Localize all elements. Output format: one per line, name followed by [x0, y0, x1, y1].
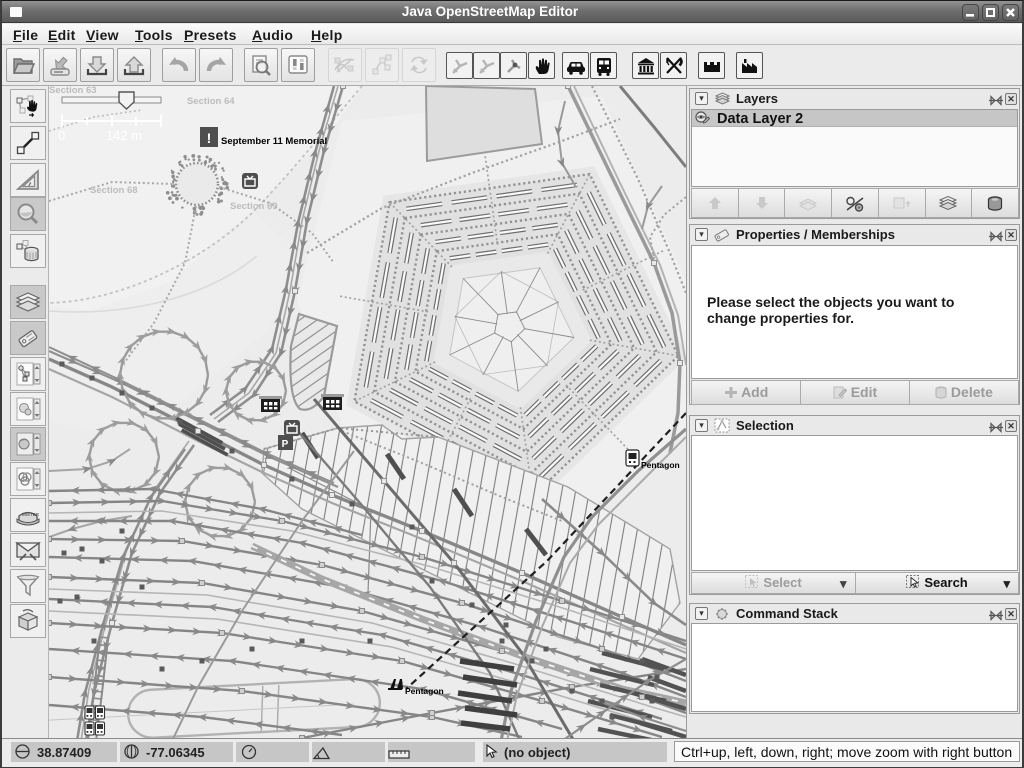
- svg-text:September 11 Memorial: September 11 Memorial: [221, 136, 327, 147]
- svg-text:MISTER: MISTER: [22, 512, 40, 517]
- svg-text:Pentagon: Pentagon: [405, 686, 444, 696]
- svg-text:!: !: [207, 130, 212, 146]
- svg-text:Section 64: Section 64: [187, 96, 235, 107]
- svg-text:Section 69: Section 69: [230, 201, 278, 212]
- svg-text:142 m: 142 m: [106, 128, 142, 143]
- svg-text:P: P: [282, 439, 289, 450]
- svg-text:0: 0: [58, 128, 65, 143]
- svg-text:Section 63: Section 63: [49, 86, 97, 96]
- svg-text:Pentagon: Pentagon: [641, 460, 680, 470]
- svg-text:Section 68: Section 68: [90, 185, 138, 196]
